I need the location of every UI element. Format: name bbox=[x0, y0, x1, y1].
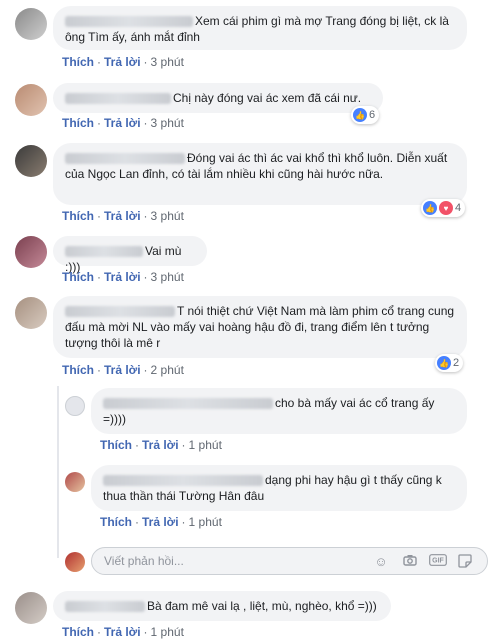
like-icon: 👍 bbox=[353, 108, 367, 122]
like-link[interactable]: Thích bbox=[62, 363, 94, 377]
blurred-author-name[interactable] bbox=[65, 246, 143, 258]
reaction-count[interactable]: 👍 2 bbox=[435, 354, 464, 372]
like-icon: 👍 bbox=[437, 356, 451, 370]
blurred-author-name[interactable] bbox=[65, 601, 145, 613]
reply-link[interactable]: Trả lời bbox=[104, 363, 141, 377]
like-link[interactable]: Thích bbox=[62, 55, 94, 69]
blurred-author-name[interactable] bbox=[103, 475, 263, 487]
like-link[interactable]: Thích bbox=[62, 625, 94, 639]
reply-bubble: cho bà mấy vai ác cổ trang ấy =)))) bbox=[91, 388, 467, 434]
comment-actions: Thích · Trả lời · 3 phút bbox=[62, 55, 184, 69]
timestamp[interactable]: 3 phút bbox=[151, 55, 184, 69]
reaction-count[interactable]: 👍 6 bbox=[351, 106, 380, 124]
reply-link[interactable]: Trả lời bbox=[104, 55, 141, 69]
timestamp[interactable]: 1 phút bbox=[189, 438, 222, 452]
avatar[interactable] bbox=[15, 236, 47, 268]
avatar[interactable] bbox=[15, 84, 47, 116]
reply-actions: Thích · Trả lời · 1 phút bbox=[100, 515, 222, 529]
comment-bubble: T nói thiệt chứ Việt Nam mà làm phim cổ … bbox=[53, 296, 467, 358]
comment-bubble: Chị này đóng vai ác xem đã cái nư. bbox=[53, 83, 383, 113]
reply-link[interactable]: Trả lời bbox=[104, 625, 141, 639]
avatar[interactable] bbox=[15, 145, 47, 177]
current-user-avatar bbox=[65, 552, 85, 572]
like-link[interactable]: Thích bbox=[62, 116, 94, 130]
timestamp[interactable]: 3 phút bbox=[151, 209, 184, 223]
svg-text:GIF: GIF bbox=[432, 558, 444, 565]
reaction-count[interactable]: 👍 ♥ 4 bbox=[421, 199, 466, 217]
blurred-author-name[interactable] bbox=[65, 306, 175, 318]
comment-actions: Thích · Trả lời · 1 phút bbox=[62, 625, 184, 639]
reply-link[interactable]: Trả lời bbox=[104, 270, 141, 284]
timestamp[interactable]: 1 phút bbox=[151, 625, 184, 639]
sticker-icon[interactable] bbox=[457, 554, 473, 570]
reply-placeholder: Viết phản hồi... bbox=[104, 554, 184, 568]
comment-actions: Thích · Trả lời · 3 phút bbox=[62, 116, 184, 130]
blurred-author-name[interactable] bbox=[65, 16, 193, 28]
comment-bubble: Xem cái phim gì mà mợ Trang đóng bị liệt… bbox=[53, 6, 467, 50]
avatar[interactable] bbox=[15, 592, 47, 624]
like-link[interactable]: Thích bbox=[100, 438, 132, 452]
avatar[interactable] bbox=[15, 297, 47, 329]
timestamp[interactable]: 3 phút bbox=[151, 270, 184, 284]
like-icon: 👍 bbox=[423, 201, 437, 215]
reply-link[interactable]: Trả lời bbox=[104, 209, 141, 223]
comment-text: Bà đam mê vai lạ , liệt, mù, nghèo, khổ … bbox=[147, 599, 377, 613]
gif-icon[interactable]: GIF bbox=[429, 554, 447, 570]
like-link[interactable]: Thích bbox=[62, 209, 94, 223]
comment-text: Chị này đóng vai ác xem đã cái nư. bbox=[173, 91, 362, 105]
avatar[interactable] bbox=[15, 8, 47, 40]
reply-thread-line bbox=[57, 386, 59, 558]
avatar[interactable] bbox=[65, 396, 85, 416]
reply-link[interactable]: Trả lời bbox=[142, 438, 179, 452]
reply-link[interactable]: Trả lời bbox=[104, 116, 141, 130]
reply-bubble: dạng phi hay hậu gì t thấy cũng k thua t… bbox=[91, 465, 467, 511]
timestamp[interactable]: 2 phút bbox=[151, 363, 184, 377]
comment-bubble: Bà đam mê vai lạ , liệt, mù, nghèo, khổ … bbox=[53, 591, 391, 621]
love-icon: ♥ bbox=[439, 201, 453, 215]
comment-bubble: Vai mù :))) bbox=[53, 236, 207, 274]
comment-bubble: Đóng vai ác thì ác vai khổ thì khổ luôn.… bbox=[53, 143, 467, 205]
reply-input[interactable]: Viết phản hồi... ☺ GIF bbox=[91, 547, 488, 575]
comment-actions: Thích · Trả lời · 3 phút bbox=[62, 270, 184, 284]
reply-actions: Thích · Trả lời · 1 phút bbox=[100, 438, 222, 452]
camera-icon[interactable] bbox=[402, 554, 418, 570]
timestamp[interactable]: 1 phút bbox=[189, 515, 222, 529]
avatar[interactable] bbox=[65, 472, 85, 492]
emoji-icon[interactable]: ☺ bbox=[373, 554, 389, 570]
comment-actions: Thích · Trả lời · 3 phút bbox=[62, 209, 184, 223]
blurred-author-name[interactable] bbox=[65, 153, 185, 165]
comment-actions: Thích · Trả lời · 2 phút bbox=[62, 363, 184, 377]
blurred-author-name[interactable] bbox=[103, 398, 273, 410]
timestamp[interactable]: 3 phút bbox=[151, 116, 184, 130]
like-link[interactable]: Thích bbox=[100, 515, 132, 529]
like-link[interactable]: Thích bbox=[62, 270, 94, 284]
blurred-author-name[interactable] bbox=[65, 93, 171, 105]
reply-link[interactable]: Trả lời bbox=[142, 515, 179, 529]
